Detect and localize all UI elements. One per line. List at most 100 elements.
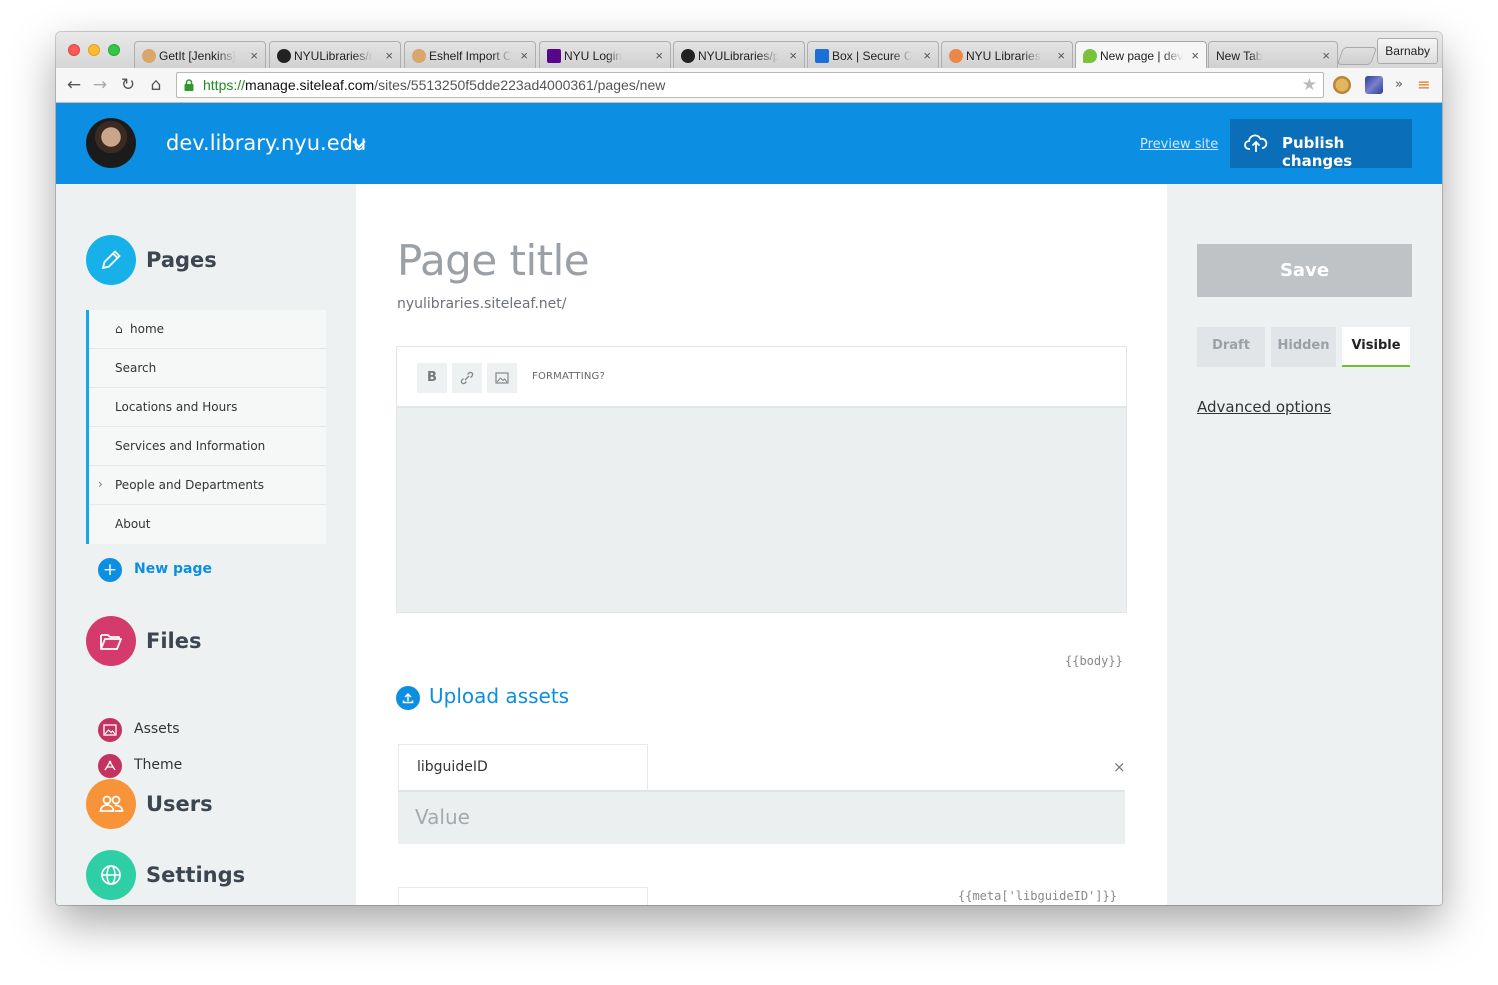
tab-strip: GetIt [Jenkins] × NYULibraries/r × Eshelf … [56, 32, 1442, 68]
close-tab-icon[interactable]: × [655, 48, 663, 63]
nyu-torch-icon [547, 49, 561, 63]
advanced-options-link[interactable]: Advanced options [1197, 398, 1331, 416]
meta-value-field[interactable]: Value [398, 790, 1125, 844]
butler-icon [412, 49, 426, 63]
address-bar[interactable]: https://manage.siteleaf.com/sites/551325… [176, 72, 1324, 98]
profile-button[interactable]: Barnaby [1377, 38, 1438, 64]
link-button[interactable] [452, 363, 482, 393]
site-name[interactable]: dev.library.nyu.edu [166, 131, 366, 155]
theme-icon [98, 754, 122, 778]
image-button[interactable] [487, 363, 517, 393]
meta-key-field[interactable] [398, 887, 648, 905]
bookmark-star-icon[interactable]: ★ [1302, 75, 1317, 95]
browser-tab[interactable]: NYU Libraries × [941, 41, 1073, 68]
publish-panel: Save Draft Hidden Visible Advanced optio… [1167, 184, 1442, 905]
remove-meta-icon[interactable]: × [1113, 758, 1126, 776]
browser-menu-icon[interactable]: ≡ [1414, 75, 1434, 95]
sidebar: Pages ⌂ home Search Locations and Hours S… [56, 184, 356, 905]
close-window-button[interactable] [68, 44, 80, 56]
browser-toolbar: ← → ↻ ⌂ https://manage.siteleaf.com/site… [56, 68, 1442, 103]
browser-tab[interactable]: NYULibraries/r × [269, 41, 401, 68]
page-item-home[interactable]: ⌂ home [89, 310, 326, 349]
folder-icon [100, 634, 122, 650]
browser-tab[interactable]: New Tab × [1208, 41, 1338, 68]
preview-site-link[interactable]: Preview site [1140, 137, 1218, 152]
close-tab-icon[interactable]: × [1191, 48, 1199, 63]
lock-icon [184, 79, 194, 91]
body-editor: B FORMATTING? [396, 346, 1127, 613]
siteleaf-leaf-icon [1083, 49, 1097, 63]
publish-label: Publish changes [1282, 134, 1353, 170]
home-icon[interactable]: ⌂ [146, 75, 166, 95]
editor-toolbar: B FORMATTING? [397, 347, 1126, 408]
link-icon [460, 371, 474, 385]
url-host: manage.siteleaf.com [245, 77, 375, 93]
close-tab-icon[interactable]: × [520, 48, 528, 63]
state-hidden-button[interactable]: Hidden [1271, 327, 1336, 367]
pencil-icon [101, 250, 121, 270]
page-item-services[interactable]: Services and Information [89, 427, 326, 466]
files-section-icon[interactable] [86, 616, 136, 666]
close-tab-icon[interactable]: × [789, 48, 797, 63]
minimize-window-button[interactable] [88, 44, 100, 56]
app-header: dev.library.nyu.edu Preview site Publish… [56, 103, 1442, 184]
page-item-about[interactable]: About [89, 505, 326, 544]
users-icon [99, 795, 124, 812]
new-tab-button[interactable] [1336, 47, 1378, 65]
settings-title[interactable]: Settings [146, 863, 245, 887]
browser-tab[interactable]: NYULibraries/p × [673, 41, 805, 68]
more-extensions-icon[interactable]: » [1389, 75, 1409, 95]
extension-icon[interactable] [1365, 76, 1383, 94]
save-button[interactable]: Save [1197, 244, 1412, 297]
browser-tab[interactable]: Eshelf Import C × [404, 41, 536, 68]
users-section-icon[interactable] [86, 779, 136, 829]
cookie-extension-icon[interactable] [1333, 76, 1351, 94]
plus-icon: + [98, 558, 122, 582]
pages-list: ⌂ home Search Locations and Hours Service… [86, 310, 326, 544]
pages-section-icon[interactable] [86, 235, 136, 285]
bold-button[interactable]: B [417, 363, 447, 393]
page-item-locations[interactable]: Locations and Hours [89, 388, 326, 427]
settings-section-icon[interactable] [86, 850, 136, 900]
butler-icon [142, 49, 156, 63]
github-icon [681, 49, 695, 63]
globe-icon [101, 865, 121, 885]
browser-tab-active[interactable]: New page | dev × [1075, 41, 1207, 68]
pages-title[interactable]: Pages [146, 248, 217, 272]
page-item-people[interactable]: › People and Departments [89, 466, 326, 505]
browser-tab[interactable]: GetIt [Jenkins] × [134, 41, 266, 68]
page-url[interactable]: nyulibraries.siteleaf.net/ [397, 296, 566, 312]
state-visible-button[interactable]: Visible [1342, 327, 1410, 367]
body-textarea[interactable] [397, 408, 1126, 612]
home-icon: ⌂ [115, 322, 123, 336]
page-title-input[interactable]: Page title [397, 236, 590, 285]
publish-changes-button[interactable]: Publish changes [1230, 119, 1412, 170]
browser-tab[interactable]: Box | Secure C × [807, 41, 939, 68]
users-title[interactable]: Users [146, 792, 213, 816]
chevron-right-icon[interactable]: › [98, 477, 103, 491]
files-title[interactable]: Files [146, 629, 201, 653]
page-editor: Page title nyulibraries.siteleaf.net/ B … [356, 184, 1167, 905]
close-tab-icon[interactable]: × [250, 48, 258, 63]
upload-icon [396, 686, 420, 710]
reload-icon[interactable]: ↻ [118, 75, 138, 95]
close-tab-icon[interactable]: × [385, 48, 393, 63]
body-liquid-tag: {{body}} [1065, 654, 1123, 668]
page-item-search[interactable]: Search [89, 349, 326, 388]
formatting-help-link[interactable]: FORMATTING? [532, 371, 605, 382]
close-tab-icon[interactable]: × [923, 48, 931, 63]
cloud-upload-icon [1244, 134, 1268, 152]
zoom-window-button[interactable] [108, 44, 120, 56]
avatar[interactable] [86, 118, 136, 168]
url-scheme: https:// [203, 77, 246, 93]
state-draft-button[interactable]: Draft [1197, 327, 1265, 367]
meta-liquid-tag: {{meta['libguideID']}} [958, 889, 1117, 903]
chevron-down-icon[interactable] [350, 135, 368, 153]
forward-icon[interactable]: → [90, 75, 110, 95]
back-icon[interactable]: ← [64, 75, 84, 95]
close-tab-icon[interactable]: × [1322, 48, 1330, 63]
browser-tab[interactable]: NYU Login × [539, 41, 671, 68]
meta-key-field[interactable]: libguideID [398, 744, 648, 790]
close-tab-icon[interactable]: × [1057, 48, 1065, 63]
image-icon [98, 718, 122, 742]
